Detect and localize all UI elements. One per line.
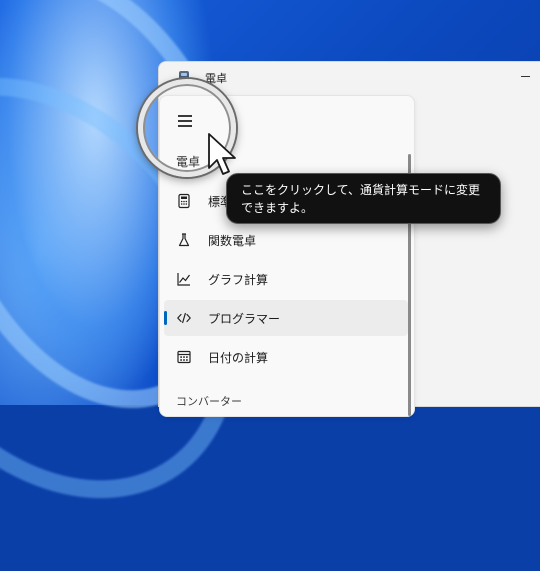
nav-item-label: 関数電卓 — [208, 234, 257, 248]
nav-item-label: 日付の計算 — [208, 351, 269, 365]
minimize-button[interactable] — [519, 67, 533, 85]
title-bar: 電卓 — [159, 62, 540, 92]
calendar-icon — [177, 350, 191, 364]
nav-item-programmer[interactable]: プログラマー — [164, 300, 408, 336]
flask-icon — [178, 233, 190, 247]
nav-item-label: グラフ計算 — [208, 273, 269, 287]
graph-icon — [177, 273, 190, 286]
nav-item-label: プログラマー — [208, 312, 281, 326]
calculator-icon — [178, 193, 190, 209]
nav-item-scientific[interactable]: 関数電卓 — [164, 222, 408, 258]
tooltip: ここをクリックして、通貨計算モードに変更できますよ。 — [226, 173, 501, 224]
selection-indicator — [164, 311, 167, 325]
nav-item-graphing[interactable]: グラフ計算 — [164, 261, 408, 297]
section-title-converter: コンバーター — [176, 395, 242, 408]
code-icon — [177, 312, 191, 324]
nav-item-date-calculation[interactable]: 日付の計算 — [164, 339, 408, 375]
